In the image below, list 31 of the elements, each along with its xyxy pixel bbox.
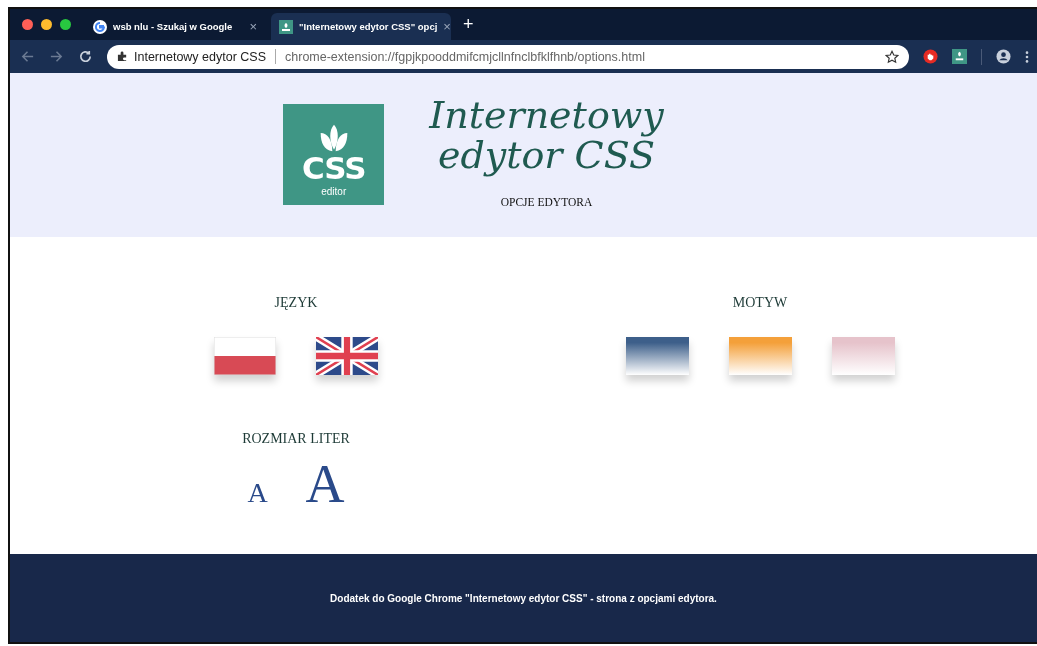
browser-tab[interactable]: "Internetowy edytor CSS" opcj × xyxy=(271,13,451,40)
hand-icon[interactable] xyxy=(923,49,938,64)
font-size-option[interactable]: A xyxy=(305,457,345,511)
page-subtitle: OPCJE EDYTORA xyxy=(500,195,593,208)
font-size-option[interactable]: A xyxy=(247,479,268,507)
theme-swatch[interactable] xyxy=(728,337,792,375)
section-heading: MOTYW xyxy=(732,295,788,311)
close-window-icon[interactable] xyxy=(22,19,33,30)
google-icon xyxy=(93,19,107,34)
menu-icon[interactable] xyxy=(1025,49,1029,64)
polish-flag-button[interactable] xyxy=(214,337,276,375)
page-title: Internetowy xyxy=(429,96,664,136)
browser-tab[interactable]: wsb nlu - Szukaj w Google × xyxy=(85,13,265,40)
theme-swatch[interactable] xyxy=(625,337,689,375)
theme-swatch[interactable] xyxy=(831,337,895,375)
section-heading: ROZMIAR LITER xyxy=(242,431,350,447)
forward-icon[interactable] xyxy=(49,49,64,64)
puzzle-icon xyxy=(117,51,128,62)
logo-subtext: editor xyxy=(321,186,347,197)
minimize-window-icon[interactable] xyxy=(41,19,52,30)
star-icon[interactable] xyxy=(885,49,899,64)
address-bar[interactable]: Internetowy edytor CSS chrome-extension://fgpjkpooddmifcmjcllnfnclbfklfhnb/options.html xyxy=(107,44,909,69)
footer-text: Dodatek do Google Chrome "Internetowy edytor CSS" - strona z opcjami edytora. xyxy=(330,592,717,604)
reload-icon[interactable] xyxy=(78,49,93,64)
maximize-window-icon[interactable] xyxy=(60,19,71,30)
section-heading: JĘZYK xyxy=(274,295,318,311)
back-icon[interactable] xyxy=(20,49,35,64)
new-tab-button[interactable]: + xyxy=(463,14,474,35)
uk-flag-button[interactable] xyxy=(316,337,378,375)
profile-icon[interactable] xyxy=(996,49,1011,64)
logo-text: CSS xyxy=(301,153,366,184)
